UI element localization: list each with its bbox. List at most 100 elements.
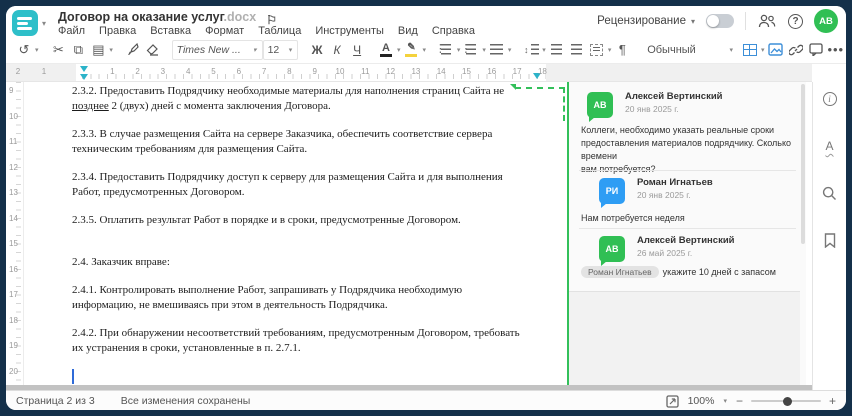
italic-button[interactable]: К xyxy=(327,39,347,61)
add-comment-button[interactable] xyxy=(806,39,826,61)
cut-button[interactable]: ✂ xyxy=(48,39,68,61)
page-indicator[interactable]: Страница 2 из 3 xyxy=(16,395,95,407)
insert-link-button[interactable] xyxy=(786,39,806,61)
document-title: Договор на оказание услуг.docx ⚐ xyxy=(58,10,277,27)
paragraph-2-4-1[interactable]: 2.4.1. Контролировать выполнение Работ, … xyxy=(72,283,546,313)
font-name-select[interactable]: Times New ... ▾ xyxy=(171,39,263,60)
nonprinting-chars-button[interactable]: ¶ xyxy=(612,39,632,61)
zoom-slider[interactable] xyxy=(750,396,821,406)
format-painter-button[interactable] xyxy=(123,39,143,61)
review-caret-icon[interactable]: ▾ xyxy=(691,17,695,26)
paragraph-shading-button[interactable] xyxy=(587,39,607,61)
h-ruler-number: 18 xyxy=(537,67,547,76)
paragraph-2-3-2[interactable]: 2.3.2. Предоставить Подрядчику необходим… xyxy=(72,84,546,114)
zoom-in-button[interactable]: + xyxy=(829,394,836,408)
font-size-select[interactable]: 12 ▾ xyxy=(262,39,299,60)
document-text[interactable]: 2.3.2. Предоставить Подрядчику необходим… xyxy=(72,84,546,384)
indent-marker-left[interactable] xyxy=(80,74,88,80)
copy-button[interactable]: ⧉ xyxy=(68,39,88,61)
search-icon[interactable] xyxy=(821,184,839,202)
horizontal-ruler[interactable]: 2 1 1 2 3 4 5 6 7 8 9 10 11 12 13 14 15 16 17 18 xyxy=(6,64,812,82)
fit-width-icon[interactable] xyxy=(665,394,680,409)
mention-chip[interactable]: Роман Игнатьев xyxy=(581,266,659,278)
undo-button[interactable]: ↺ xyxy=(14,39,34,61)
h-ruler-number: 2 xyxy=(135,67,140,76)
review-toggle[interactable] xyxy=(706,14,734,28)
numbered-list-button[interactable] xyxy=(460,39,481,61)
zoom-caret-icon[interactable]: ▾ xyxy=(722,397,728,405)
underline-button[interactable]: Ч xyxy=(347,39,367,61)
logo-caret-icon[interactable]: ▾ xyxy=(42,19,46,28)
line-spacing-button[interactable]: ↕ xyxy=(521,39,541,61)
review-mode-dropdown[interactable]: Рецензирование xyxy=(597,15,686,27)
h-ruler-number: 14 xyxy=(436,67,446,76)
table-caret-icon[interactable]: ▾ xyxy=(760,46,766,54)
increase-indent-button[interactable] xyxy=(567,39,587,61)
align-button[interactable] xyxy=(487,39,507,61)
paragraph-style-select[interactable]: Обычный ▾ xyxy=(643,40,738,60)
h-ruler-number: 12 xyxy=(386,67,396,76)
bullet-list-button[interactable] xyxy=(435,39,456,61)
document-page[interactable]: 2.3.2. Предоставить Подрядчику необходим… xyxy=(24,82,565,385)
paragraph-2-4[interactable]: 2.4. Заказчик вправе: xyxy=(72,255,546,270)
comment-author-avatar: АВ xyxy=(587,92,613,122)
help-icon[interactable]: ? xyxy=(788,13,803,29)
reply2-author-avatar: АВ xyxy=(599,236,625,266)
spellcheck-icon[interactable]: А xyxy=(821,137,839,155)
document-info-icon[interactable]: i xyxy=(821,90,839,108)
document-title-text: Договор на оказание услуг xyxy=(58,10,224,24)
comments-scrollbar[interactable] xyxy=(800,82,806,385)
h-ruler-number: 13 xyxy=(411,67,421,76)
toolbar-more-button[interactable]: ••• xyxy=(826,39,846,61)
comment-anchor-line xyxy=(515,87,565,89)
line-spacing-caret-icon[interactable]: ▾ xyxy=(541,46,547,54)
v-ruler-number: 14 xyxy=(9,213,18,223)
bold-button[interactable]: Ж xyxy=(307,39,327,61)
h-ruler-number: 8 xyxy=(287,67,292,76)
paragraph-2-3-5[interactable]: 2.3.5. Оплатить результат Работ в порядк… xyxy=(72,213,546,228)
font-name-caret-icon[interactable]: ▾ xyxy=(252,46,258,54)
align-caret-icon[interactable]: ▾ xyxy=(507,46,513,54)
v-ruler-number: 10 xyxy=(9,111,18,121)
h-ruler-number: 17 xyxy=(512,67,522,76)
highlight-color-button[interactable]: ✎ xyxy=(401,39,421,61)
paragraph-2-3-3[interactable]: 2.3.3. В случае размещения Сайта на серв… xyxy=(72,127,546,157)
header-right-controls: Рецензирование ▾ ? АВ xyxy=(597,6,838,36)
vertical-ruler[interactable]: 9 10 11 12 13 14 15 16 17 18 19 20 xyxy=(6,82,24,385)
font-size-caret-icon[interactable]: ▾ xyxy=(288,46,294,54)
zoom-level[interactable]: 100% xyxy=(688,395,715,407)
header-divider xyxy=(745,12,746,30)
text-cursor xyxy=(72,369,74,384)
h-ruler-number: 6 xyxy=(236,67,242,76)
bookmark-icon[interactable] xyxy=(821,231,839,249)
zoom-slider-handle[interactable] xyxy=(782,396,792,406)
highlight-caret-icon[interactable]: ▾ xyxy=(421,46,427,54)
paste-button[interactable]: ▤ xyxy=(88,39,108,61)
v-ruler-number: 16 xyxy=(9,264,18,274)
comment-text: Коллеги, необходимо указать реальные сро… xyxy=(581,125,792,174)
user-avatar[interactable]: АВ xyxy=(814,9,838,33)
app-logo-icon[interactable] xyxy=(12,10,38,36)
clear-formatting-button[interactable] xyxy=(143,39,163,61)
style-caret-icon[interactable]: ▾ xyxy=(729,46,735,54)
comment-thread[interactable]: АВ Алексей Вертинский 20 янв 2025 г. Кол… xyxy=(569,82,806,292)
indent-marker-first-line[interactable] xyxy=(80,66,88,72)
h-ruler-number: 7 xyxy=(261,67,267,76)
h-ruler-number: 5 xyxy=(211,67,216,76)
h-ruler-number: 11 xyxy=(361,67,370,76)
insert-table-button[interactable] xyxy=(740,39,760,61)
zoom-out-button[interactable]: − xyxy=(736,394,743,408)
scrollbar-thumb[interactable] xyxy=(801,84,805,244)
font-color-button[interactable]: А xyxy=(376,39,396,61)
v-ruler-number: 20 xyxy=(9,366,18,376)
paragraph-2-3-4[interactable]: 2.3.4. Предоставить Подрядчику доступ к … xyxy=(72,170,546,200)
coauthors-icon[interactable] xyxy=(757,11,777,31)
decrease-indent-button[interactable] xyxy=(547,39,567,61)
paste-caret-icon[interactable]: ▾ xyxy=(108,46,114,54)
comment-date: 20 янв 2025 г. xyxy=(625,104,679,114)
h-ruler-number: 10 xyxy=(335,67,345,76)
insert-image-button[interactable] xyxy=(766,39,786,61)
paragraph-2-4-2[interactable]: 2.4.2. При обнаружении несоответствий тр… xyxy=(72,326,546,356)
undo-caret-icon[interactable]: ▾ xyxy=(34,46,40,54)
commented-text[interactable]: позднее xyxy=(72,100,109,112)
